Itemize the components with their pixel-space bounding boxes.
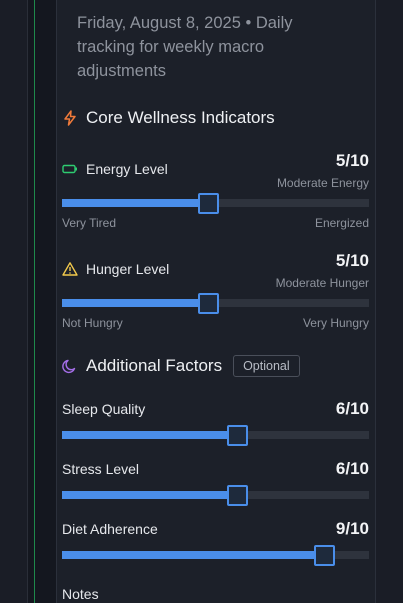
slider-fill [62,491,237,499]
core-wellness-header: Core Wellness Indicators [62,108,275,128]
core-wellness-title: Core Wellness Indicators [86,108,275,127]
diet-slider[interactable] [62,545,369,566]
energy-description: Moderate Energy [276,176,369,190]
slider-thumb[interactable] [227,425,248,446]
slider-thumb[interactable] [198,193,219,214]
additional-factors-title: Additional Factors [86,356,223,375]
date-subtitle: Friday, August 8, 2025 • Daily tracking … [77,14,293,80]
energy-score: 5/10 [335,151,369,170]
slider-fill [62,431,237,439]
lightning-icon [62,110,78,126]
warning-triangle-icon [62,261,78,277]
diet-score: 9/10 [335,519,369,538]
battery-icon [62,161,78,177]
energy-label-row: Energy Level [62,161,168,177]
slider-thumb[interactable] [198,293,219,314]
additional-factors-header: Additional Factors Optional [62,355,300,377]
energy-min-label: Very Tired [62,216,117,230]
sleep-slider[interactable] [62,425,369,446]
right-background-panel [375,0,403,603]
left-accent-line [34,0,35,603]
sleep-score: 6/10 [335,399,369,418]
stress-slider[interactable] [62,485,369,506]
slider-thumb[interactable] [314,545,335,566]
hunger-slider[interactable] [62,293,369,314]
energy-max-label: Energized [314,216,369,230]
hunger-score: 5/10 [335,251,369,270]
slider-fill [62,199,208,207]
sleep-label: Sleep Quality [62,401,146,417]
energy-slider[interactable] [62,193,369,214]
stress-label: Stress Level [62,461,140,477]
hunger-min-label: Not Hungry [62,316,123,330]
optional-badge: Optional [233,355,300,377]
stress-score: 6/10 [335,459,369,478]
diet-label: Diet Adherence [62,521,158,537]
left-background-panel [0,0,28,603]
slider-fill [62,551,324,559]
slider-fill [62,299,208,307]
moon-icon [62,358,78,374]
hunger-label: Hunger Level [86,261,170,277]
slider-thumb[interactable] [227,485,248,506]
hunger-label-row: Hunger Level [62,261,169,277]
hunger-description: Moderate Hunger [275,276,369,290]
notes-label: Notes [62,586,99,602]
hunger-max-label: Very Hungry [302,316,369,330]
energy-label: Energy Level [86,161,168,177]
